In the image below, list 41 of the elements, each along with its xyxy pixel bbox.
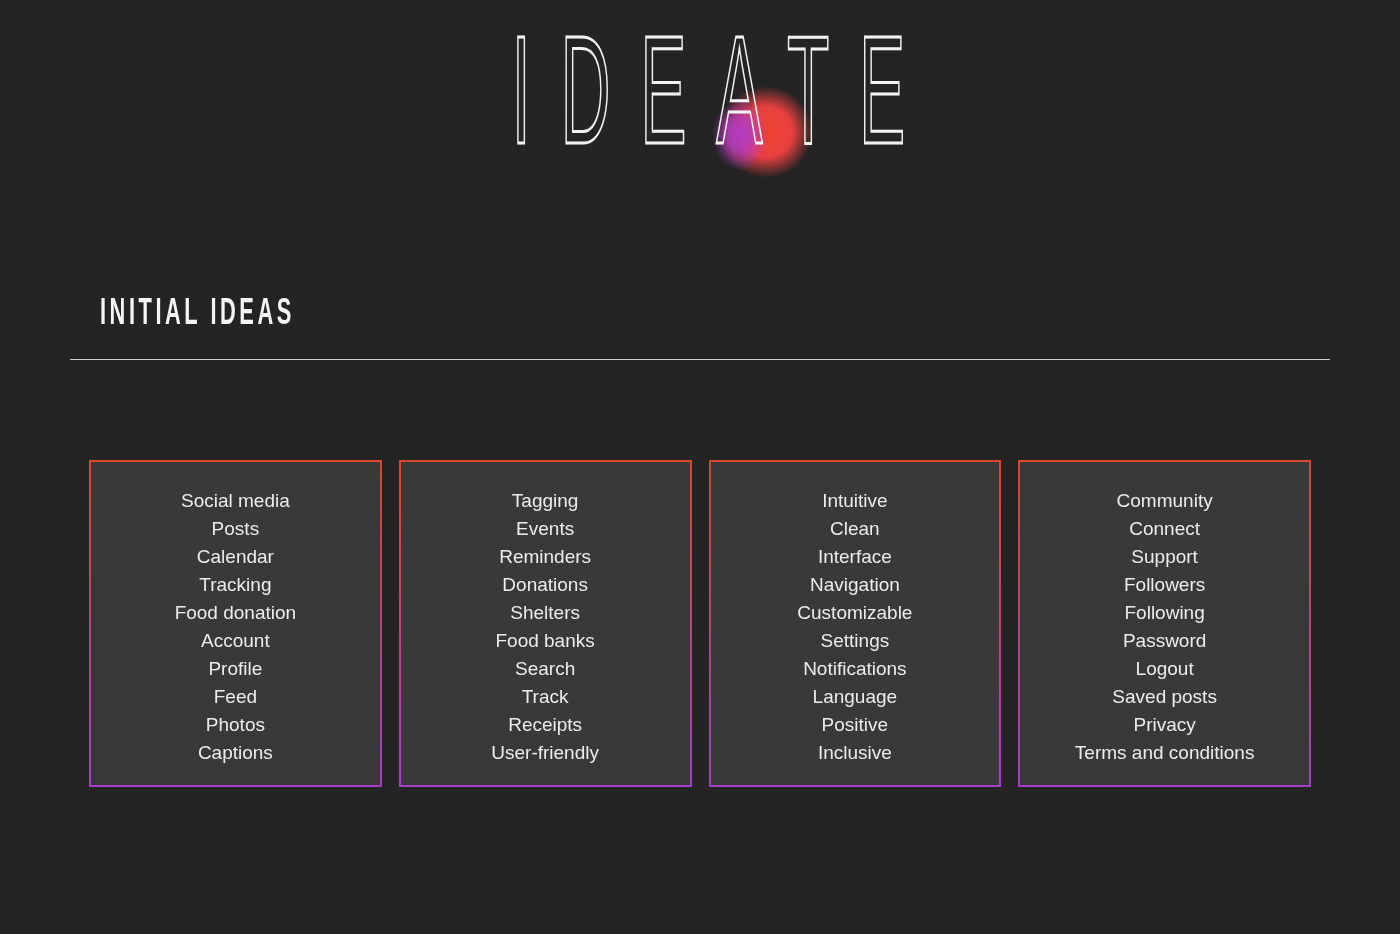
idea-text: Intuitive (822, 489, 888, 513)
idea-text: Password (1122, 629, 1207, 653)
idea-text: Search (515, 657, 576, 681)
idea-text: Saved posts (1112, 685, 1217, 709)
idea-text: Following (1124, 601, 1205, 625)
idea-text: Notifications (803, 657, 907, 681)
idea-text: Captions (197, 741, 273, 765)
idea-text: Calendar (196, 545, 274, 569)
section-heading: INITIAL IDEAS (100, 293, 295, 330)
idea-text: Interface (817, 545, 892, 569)
idea-text: Logout (1135, 657, 1194, 681)
idea-text: Track (521, 685, 569, 709)
idea-text: Customizable (797, 601, 913, 625)
idea-text: Reminders (499, 545, 592, 569)
idea-text: Feed (213, 685, 258, 709)
idea-text: Tagging (511, 489, 579, 513)
idea-text: Tracking (199, 573, 272, 597)
idea-text: Profile (208, 657, 263, 681)
idea-text: Positive (821, 713, 889, 737)
idea-text: Food donation (174, 601, 297, 625)
idea-text: Receipts (508, 713, 583, 737)
idea-text: Social media (181, 489, 290, 513)
idea-text: Photos (205, 713, 265, 737)
idea-text: Navigation (810, 573, 900, 597)
idea-text: Shelters (510, 601, 580, 625)
idea-text: Inclusive (817, 741, 892, 765)
idea-text: Donations (502, 573, 588, 597)
idea-text: Terms and conditions (1074, 741, 1255, 765)
idea-text: Followers (1123, 573, 1206, 597)
idea-text: Events (516, 517, 575, 541)
idea-text: Food banks (495, 629, 595, 653)
idea-text: Account (201, 629, 270, 653)
idea-text: Clean (830, 517, 880, 541)
idea-text: Support (1131, 545, 1198, 569)
idea-text: User-friendly (491, 741, 599, 765)
idea-text: Community (1116, 489, 1213, 513)
idea-text: Language (812, 685, 898, 709)
idea-text: Connect (1129, 517, 1200, 541)
idea-text: Settings (820, 629, 890, 653)
idea-text: Privacy (1133, 713, 1196, 737)
idea-text: Posts (211, 517, 260, 541)
